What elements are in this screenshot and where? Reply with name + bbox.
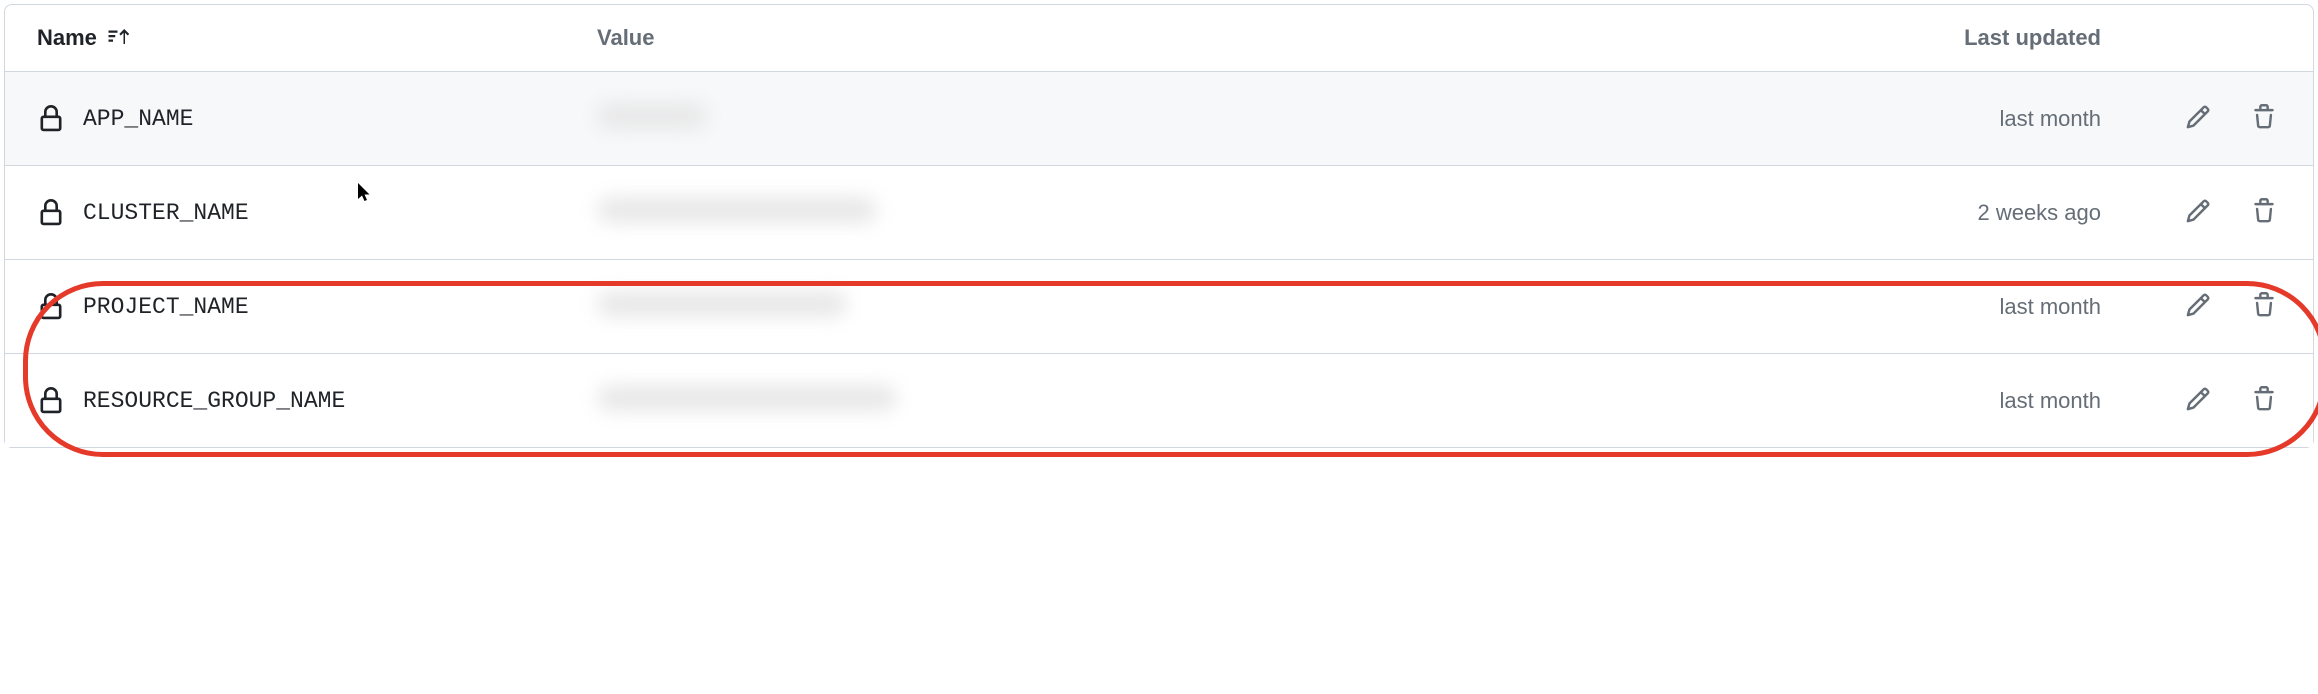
cell-updated: last month	[1821, 388, 2141, 414]
cell-value	[537, 385, 1821, 417]
trash-icon	[2251, 292, 2277, 321]
trash-icon	[2251, 104, 2277, 133]
cell-actions	[2141, 100, 2281, 137]
pencil-icon	[2185, 104, 2211, 133]
edit-button[interactable]	[2181, 100, 2215, 137]
cell-name: APP_NAME	[37, 105, 537, 133]
cell-name: CLUSTER_NAME	[37, 199, 537, 227]
pencil-icon	[2185, 198, 2211, 227]
secret-value-masked	[597, 103, 707, 129]
trash-icon	[2251, 198, 2277, 227]
cell-updated: last month	[1821, 294, 2141, 320]
column-header-name[interactable]: Name	[37, 25, 537, 51]
column-header-updated: Last updated	[1821, 25, 2141, 51]
secret-value-masked	[597, 291, 847, 317]
table-row: PROJECT_NAME last month	[5, 260, 2313, 354]
cell-value	[537, 197, 1821, 229]
secret-name: PROJECT_NAME	[83, 294, 249, 320]
secret-name: RESOURCE_GROUP_NAME	[83, 388, 345, 414]
column-header-name-label: Name	[37, 25, 97, 51]
updated-timestamp: last month	[2000, 294, 2102, 319]
cell-actions	[2141, 288, 2281, 325]
updated-timestamp: last month	[2000, 106, 2102, 131]
updated-timestamp: last month	[2000, 388, 2102, 413]
edit-button[interactable]	[2181, 194, 2215, 231]
lock-icon	[37, 199, 65, 227]
cell-actions	[2141, 382, 2281, 419]
table-row: APP_NAME last month	[5, 72, 2313, 166]
table-row: CLUSTER_NAME 2 weeks ago	[5, 166, 2313, 260]
edit-button[interactable]	[2181, 382, 2215, 419]
cell-updated: last month	[1821, 106, 2141, 132]
secret-value-masked	[597, 197, 877, 223]
edit-button[interactable]	[2181, 288, 2215, 325]
cell-actions	[2141, 194, 2281, 231]
cell-value	[537, 291, 1821, 323]
cell-name: RESOURCE_GROUP_NAME	[37, 387, 537, 415]
secret-name: CLUSTER_NAME	[83, 200, 249, 226]
trash-icon	[2251, 386, 2277, 415]
pencil-icon	[2185, 292, 2211, 321]
table-header-row: Name Value Last updated	[5, 5, 2313, 72]
cell-value	[537, 103, 1821, 135]
delete-button[interactable]	[2247, 194, 2281, 231]
secrets-table: Name Value Last updated APP_NAME	[4, 4, 2314, 448]
delete-button[interactable]	[2247, 382, 2281, 419]
delete-button[interactable]	[2247, 288, 2281, 325]
cell-updated: 2 weeks ago	[1821, 200, 2141, 226]
updated-timestamp: 2 weeks ago	[1977, 200, 2101, 225]
table-row: RESOURCE_GROUP_NAME last month	[5, 354, 2313, 447]
sort-ascending-icon	[107, 26, 131, 50]
lock-icon	[37, 293, 65, 321]
secret-value-masked	[597, 385, 897, 411]
lock-icon	[37, 387, 65, 415]
delete-button[interactable]	[2247, 100, 2281, 137]
secret-name: APP_NAME	[83, 106, 193, 132]
column-header-value: Value	[537, 25, 1821, 51]
pencil-icon	[2185, 386, 2211, 415]
cell-name: PROJECT_NAME	[37, 293, 537, 321]
lock-icon	[37, 105, 65, 133]
